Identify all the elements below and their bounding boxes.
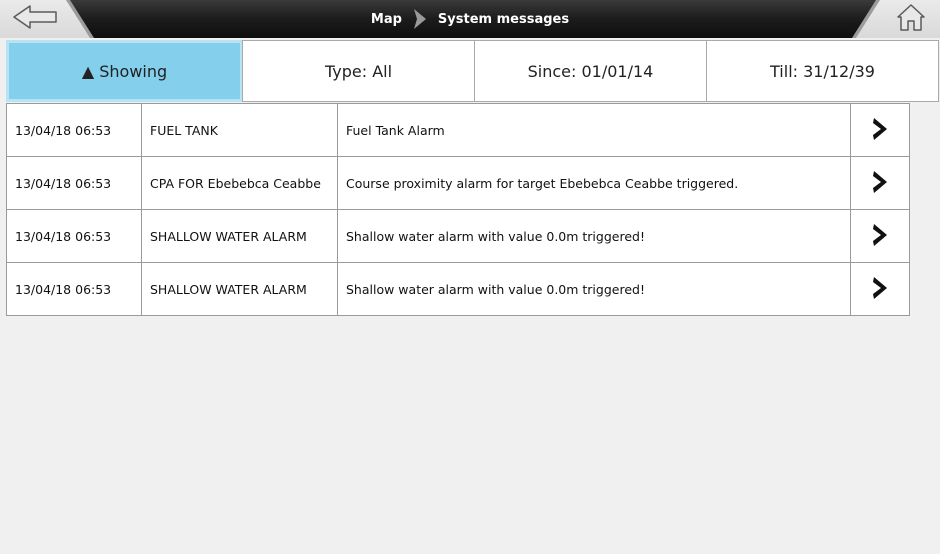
open-message-button[interactable] (851, 157, 909, 209)
chevron-right-icon (871, 169, 889, 198)
top-bar: Map System messages (0, 0, 940, 38)
open-message-button[interactable] (851, 210, 909, 262)
message-datetime: 13/04/18 06:53 (7, 157, 142, 209)
table-row[interactable]: 13/04/18 06:53 SHALLOW WATER ALARM Shall… (6, 209, 910, 263)
till-filter-button[interactable]: Till: 31/12/39 (706, 40, 939, 102)
message-type: SHALLOW WATER ALARM (142, 210, 338, 262)
message-text: Fuel Tank Alarm (338, 104, 851, 156)
chevron-right-icon (871, 116, 889, 145)
message-text: Shallow water alarm with value 0.0m trig… (338, 210, 851, 262)
chevron-right-icon (871, 222, 889, 251)
since-filter-button[interactable]: Since: 01/01/14 (474, 40, 707, 102)
message-text: Course proximity alarm for target Ebebeb… (338, 157, 851, 209)
message-text: Shallow water alarm with value 0.0m trig… (338, 263, 851, 315)
message-datetime: 13/04/18 06:53 (7, 210, 142, 262)
home-button[interactable] (858, 0, 940, 38)
chevron-right-icon (412, 8, 428, 30)
message-type: CPA FOR Ebebebca Ceabbe (142, 157, 338, 209)
showing-filter-button[interactable]: ▲ Showing (6, 40, 243, 102)
breadcrumb-system-messages: System messages (437, 11, 570, 27)
app-window: Map System messages ▲ Showing Type: All … (0, 0, 940, 554)
table-row[interactable]: 13/04/18 06:53 SHALLOW WATER ALARM Shall… (6, 262, 910, 316)
open-message-button[interactable] (851, 104, 909, 156)
message-type: FUEL TANK (142, 104, 338, 156)
message-datetime: 13/04/18 06:53 (7, 263, 142, 315)
breadcrumb-map[interactable]: Map (371, 12, 402, 27)
open-message-button[interactable] (851, 263, 909, 315)
type-filter-button[interactable]: Type: All (242, 40, 475, 102)
message-type: SHALLOW WATER ALARM (142, 263, 338, 315)
message-datetime: 13/04/18 06:53 (7, 104, 142, 156)
table-row[interactable]: 13/04/18 06:53 FUEL TANK Fuel Tank Alarm (6, 103, 910, 157)
messages-table: 13/04/18 06:53 FUEL TANK Fuel Tank Alarm… (6, 103, 910, 316)
breadcrumb: Map System messages (0, 0, 940, 38)
filter-bar: ▲ Showing Type: All Since: 01/01/14 Till… (6, 40, 939, 102)
table-row[interactable]: 13/04/18 06:53 CPA FOR Ebebebca Ceabbe C… (6, 156, 910, 210)
chevron-right-icon (871, 275, 889, 304)
home-icon (896, 3, 926, 35)
